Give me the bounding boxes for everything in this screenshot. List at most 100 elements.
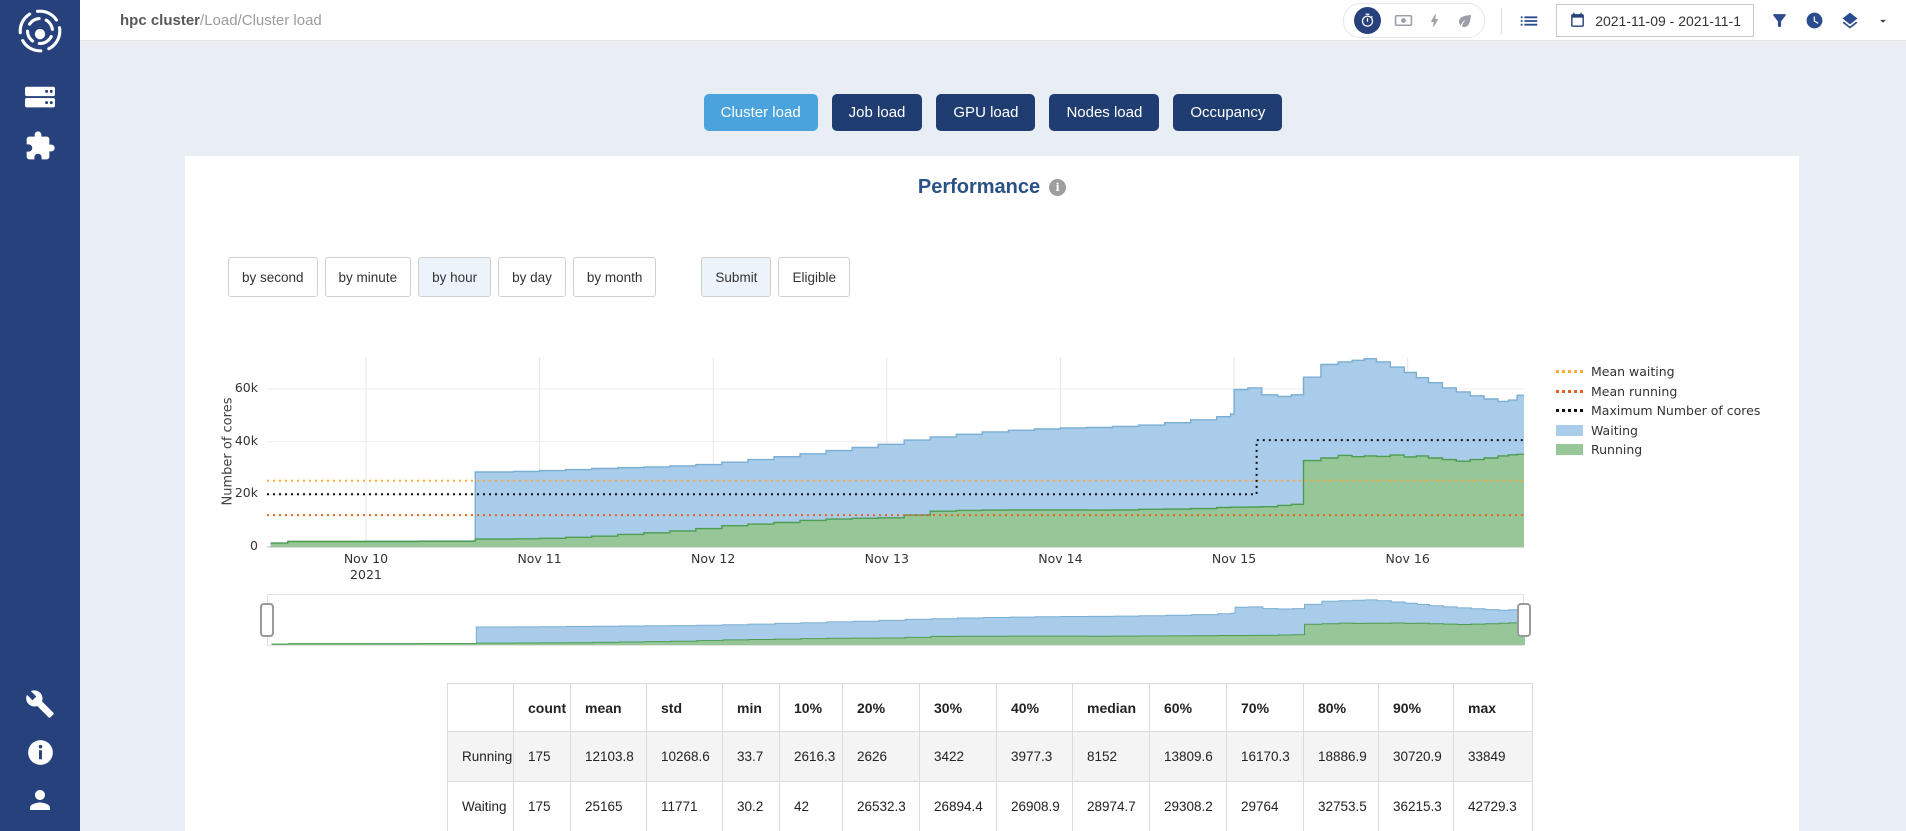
table-header-max: max [1454,684,1533,732]
table-cell: 25165 [571,782,647,831]
x-tick-label: Nov 16 [1363,551,1453,567]
table-row-running: Running17512103.810268.633.72616.3262634… [448,732,1533,782]
tab-cluster-load[interactable]: Cluster load [704,94,818,131]
button-by-minute[interactable]: by minute [325,257,412,297]
table-cell: 30720.9 [1379,732,1454,782]
range-handle-left[interactable] [260,603,274,637]
legend-label: Maximum Number of cores [1591,403,1760,418]
tab-gpu-load[interactable]: GPU load [936,94,1035,131]
table-header-median: median [1073,684,1150,732]
breadcrumb: hpc cluster/Load/Cluster load [120,12,322,29]
button-submit[interactable]: Submit [701,257,771,297]
table-cell: 16170.3 [1227,732,1304,782]
load-tabs: Cluster load Job load GPU load Nodes load Oc… [80,94,1906,131]
tab-occupancy[interactable]: Occupancy [1173,94,1282,131]
list-view-icon[interactable] [1518,10,1540,32]
table-cell: 3977.3 [997,732,1073,782]
legend-item-maximum-number-of-cores[interactable]: Maximum Number of cores [1556,401,1760,421]
clock-icon[interactable] [1805,11,1824,30]
filter-icon[interactable] [1770,11,1789,30]
legend-item-mean-waiting[interactable]: Mean waiting [1556,362,1760,382]
app-logo-icon[interactable] [0,6,80,56]
tools-icon[interactable] [0,689,80,719]
leaf-icon[interactable] [1456,12,1474,30]
table-header-20-: 20% [843,684,920,732]
table-header-count: count [514,684,571,732]
x-tick-label: Nov 13 [842,551,932,567]
table-cell: 32753.5 [1304,782,1379,831]
legend-swatch [1556,425,1583,436]
table-header-10-: 10% [780,684,843,732]
info-icon[interactable] [0,739,80,766]
range-handle-right[interactable] [1517,603,1531,637]
table-cell: 42 [780,782,843,831]
table-cell: 12103.8 [571,732,647,782]
range-slider[interactable] [267,594,1524,646]
table-cell: 42729.3 [1454,782,1533,831]
table-cell: 29308.2 [1150,782,1227,831]
table-cell: 2616.3 [780,732,843,782]
chart-controls: by secondby minuteby hourby dayby month … [228,257,857,297]
bolt-icon[interactable] [1426,12,1443,29]
banknote-icon[interactable] [1394,11,1413,30]
table-cell: 26532.3 [843,782,920,831]
legend-label: Running [1591,442,1642,457]
tab-job-load[interactable]: Job load [832,94,923,131]
row-label: Waiting [448,782,514,831]
app-root: hpc cluster/Load/Cluster load [0,0,1906,831]
dropdown-caret-icon[interactable] [1876,14,1890,28]
breadcrumb-path: /Load/Cluster load [200,12,322,29]
x-tick-label: Nov 14 [1015,551,1105,567]
table-header-mean: mean [571,684,647,732]
table-cell: 28974.7 [1073,782,1150,831]
stats-table-body: Running17512103.810268.633.72616.3262634… [448,732,1533,831]
table-cell: 33849 [1454,732,1533,782]
table-header-min: min [723,684,780,732]
breadcrumb-root: hpc cluster [120,12,200,29]
row-label: Running [448,732,514,782]
table-header-30-: 30% [920,684,997,732]
x-tick-label: Nov 15 [1189,551,1279,567]
table-cell: 29764 [1227,782,1304,831]
x-tick-label: Nov 11 [495,551,585,567]
plugins-puzzle-icon[interactable] [0,130,80,162]
table-cell: 175 [514,782,571,831]
button-by-hour[interactable]: by hour [418,257,491,297]
table-cell: 13809.6 [1150,732,1227,782]
legend-label: Mean running [1591,384,1677,399]
stats-table-head: countmeanstdmin10%20%30%40%median60%70%8… [448,684,1533,732]
legend-swatch [1556,444,1583,455]
legend-swatch [1556,409,1583,412]
mode-buttons: SubmitEligible [701,257,857,297]
y-tick-label: 20k [196,485,258,500]
user-icon[interactable] [0,785,80,815]
table-cell: 11771 [647,782,723,831]
y-tick-label: 0 [196,538,258,553]
legend-item-waiting[interactable]: Waiting [1556,421,1760,441]
sidebar [0,0,80,831]
button-by-month[interactable]: by month [573,257,657,297]
table-header-80-: 80% [1304,684,1379,732]
button-eligible[interactable]: Eligible [778,257,850,297]
table-cell: 26894.4 [920,782,997,831]
servers-icon[interactable] [0,84,80,110]
title-info-icon[interactable]: i [1049,179,1066,196]
table-header-60-: 60% [1150,684,1227,732]
table-header-70-: 70% [1227,684,1304,732]
tab-nodes-load[interactable]: Nodes load [1049,94,1159,131]
table-cell: 36215.3 [1379,782,1454,831]
main-chart[interactable] [267,357,1524,549]
table-row-waiting: Waiting175251651177130.24226532.326894.4… [448,782,1533,831]
stopwatch-icon[interactable] [1354,7,1381,34]
legend-swatch [1556,370,1583,373]
stats-table: countmeanstdmin10%20%30%40%median60%70%8… [447,683,1533,831]
topbar: hpc cluster/Load/Cluster load [80,0,1906,41]
layers-icon[interactable] [1840,11,1860,31]
button-by-day[interactable]: by day [498,257,566,297]
table-header-90-: 90% [1379,684,1454,732]
table-cell: 3422 [920,732,997,782]
legend-item-mean-running[interactable]: Mean running [1556,382,1760,402]
date-range-input[interactable]: 2021-11-09 - 2021-11-1 [1556,4,1754,37]
legend-item-running[interactable]: Running [1556,440,1760,460]
button-by-second[interactable]: by second [228,257,318,297]
